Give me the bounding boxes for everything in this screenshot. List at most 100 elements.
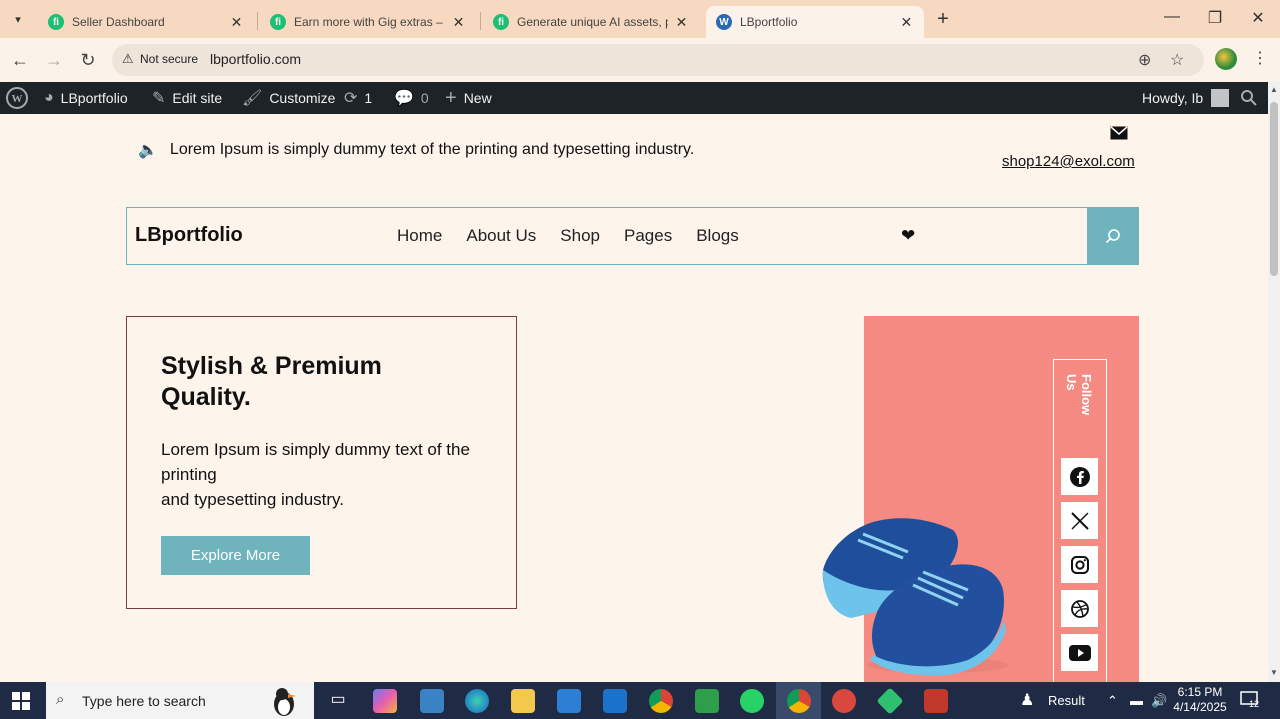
- new-tab-button[interactable]: +: [932, 8, 954, 31]
- windows-start-icon[interactable]: [12, 692, 30, 710]
- address-bar[interactable]: ⚠ Not secure lbportfolio.com ⊕ ☆: [112, 44, 1204, 76]
- customize-label: Customize: [269, 90, 336, 106]
- scrollbar-thumb[interactable]: [1270, 102, 1278, 276]
- fiverr-icon: fi: [270, 14, 286, 30]
- result-label[interactable]: Result: [1048, 693, 1085, 708]
- reload-icon[interactable]: ↻: [76, 48, 100, 72]
- comments-count: 0: [420, 90, 429, 106]
- tab-ai-assets[interactable]: fi Generate unique AI assets, pow ✕: [483, 6, 699, 38]
- profile-avatar[interactable]: [1215, 48, 1237, 70]
- edge-browser-icon[interactable]: [465, 689, 489, 713]
- facebook-icon[interactable]: [1061, 458, 1098, 495]
- site-logo[interactable]: LBportfolio: [135, 224, 243, 247]
- hero-text-line: and typesetting industry.: [161, 490, 345, 509]
- edit-site-link[interactable]: ✎ Edit site: [152, 82, 222, 114]
- notifications-icon[interactable]: 12: [1240, 691, 1260, 709]
- restore-button[interactable]: ❐: [1205, 8, 1225, 28]
- menu-item-shop[interactable]: Shop: [560, 226, 600, 246]
- tab-title: Seller Dashboard: [72, 15, 165, 29]
- close-tab-icon[interactable]: ✕: [899, 14, 914, 31]
- files-app-icon[interactable]: [420, 689, 444, 713]
- fiverr-icon: fi: [48, 14, 64, 30]
- browser-toolbar: ← → ↻ ⚠ Not secure lbportfolio.com ⊕ ☆ ⋮: [0, 38, 1280, 82]
- menu-item-blogs[interactable]: Blogs: [696, 226, 739, 246]
- tab-gig-extras[interactable]: fi Earn more with Gig extras – Fiverr ✕: [260, 6, 476, 38]
- email-link[interactable]: shop124@exol.com: [1002, 153, 1135, 170]
- menu-kebab-icon[interactable]: ⋮: [1252, 48, 1268, 68]
- zoom-icon[interactable]: ⊕: [1138, 50, 1151, 70]
- instagram-icon[interactable]: [1061, 546, 1098, 583]
- new-label: New: [463, 90, 492, 106]
- forward-icon[interactable]: →: [42, 48, 66, 72]
- notification-count: 12: [1249, 699, 1260, 709]
- close-window-button[interactable]: ✕: [1248, 8, 1268, 28]
- outlook-icon[interactable]: [603, 689, 627, 713]
- speaker-icon: 🔈: [138, 142, 158, 159]
- updates-link[interactable]: ⟳ 1: [344, 82, 372, 114]
- whatsapp-icon[interactable]: [740, 689, 764, 713]
- file-explorer-icon[interactable]: [511, 689, 535, 713]
- admin-search-icon[interactable]: [1240, 82, 1258, 114]
- taskbar-search-input[interactable]: ⌕ Type here to search: [46, 682, 314, 719]
- wordpress-logo-icon[interactable]: W: [6, 82, 28, 114]
- svg-text:W: W: [12, 93, 23, 105]
- url-text[interactable]: lbportfolio.com: [210, 51, 301, 67]
- chrome-profile-icon[interactable]: [649, 689, 673, 713]
- task-view-icon[interactable]: ▭: [326, 689, 350, 713]
- announcement-bar: 🔈 Lorem Ipsum is simply dummy text of th…: [138, 140, 694, 160]
- sheets-app-icon[interactable]: [695, 689, 719, 713]
- copilot-icon[interactable]: [373, 689, 397, 713]
- site-name-label: LBportfolio: [60, 90, 128, 106]
- close-tab-icon[interactable]: ✕: [229, 14, 244, 31]
- bookmark-star-icon[interactable]: ☆: [1170, 50, 1184, 70]
- clock-date: 4/14/2025: [1173, 700, 1227, 714]
- sneakers-image: [822, 518, 1008, 676]
- updates-count: 1: [364, 90, 373, 106]
- youtube-icon[interactable]: [1061, 634, 1098, 671]
- red-app-icon[interactable]: [924, 689, 948, 713]
- close-tab-icon[interactable]: ✕: [451, 14, 466, 31]
- menu-item-pages[interactable]: Pages: [624, 226, 672, 246]
- comments-link[interactable]: 💬 0: [394, 82, 429, 114]
- close-tab-icon[interactable]: ✕: [674, 14, 689, 31]
- windows-taskbar: ⌕ Type here to search ▭ ♟ Result ⌃ ▬ 🔊 6…: [0, 682, 1280, 719]
- hero-text: Lorem Ipsum is simply dummy text of the …: [161, 437, 501, 512]
- wishlist-heart-icon[interactable]: ❤: [901, 226, 915, 246]
- result-app-icon[interactable]: ♟: [1020, 690, 1034, 710]
- green-diamond-app-icon[interactable]: [876, 687, 904, 715]
- explore-more-button[interactable]: Explore More: [161, 536, 310, 575]
- site-name-link[interactable]: ◕ LBportfolio: [44, 82, 128, 114]
- x-icon[interactable]: [1061, 502, 1098, 539]
- tab-seller-dashboard[interactable]: fi Seller Dashboard ✕: [38, 6, 254, 38]
- new-content-link[interactable]: + New: [445, 82, 492, 114]
- back-icon[interactable]: ←: [8, 48, 32, 72]
- puffin-bird-icon: [274, 688, 296, 716]
- minimize-button[interactable]: —: [1162, 8, 1182, 26]
- browser-tab-strip: ▾ fi Seller Dashboard ✕ fi Earn more wit…: [0, 0, 1280, 38]
- hero-text-line: Lorem Ipsum is simply dummy text of the …: [161, 440, 470, 484]
- battery-icon[interactable]: ▬: [1130, 693, 1143, 708]
- search-button[interactable]: [1087, 207, 1139, 265]
- volume-icon[interactable]: 🔊: [1151, 693, 1167, 709]
- scroll-up-arrow-icon[interactable]: ▲: [1268, 85, 1280, 94]
- scroll-down-arrow-icon[interactable]: ▼: [1268, 668, 1280, 677]
- security-chip[interactable]: Not secure: [140, 52, 198, 66]
- tab-search-dropdown-icon[interactable]: ▾: [6, 8, 30, 30]
- menu-item-about-us[interactable]: About Us: [466, 226, 536, 246]
- chrome-icon[interactable]: [787, 689, 811, 713]
- menu-item-home[interactable]: Home: [397, 226, 442, 246]
- show-hidden-icons-chevron-up-icon[interactable]: ⌃: [1107, 693, 1118, 709]
- wordpress-icon: W: [716, 14, 732, 30]
- tab-lbportfolio[interactable]: W LBportfolio ✕: [706, 6, 924, 38]
- announcement-text: Lorem Ipsum is simply dummy text of the …: [169, 141, 695, 158]
- microsoft-store-icon[interactable]: [557, 689, 581, 713]
- search-icon: [1105, 229, 1120, 244]
- customize-link[interactable]: 🖌 Customize: [242, 82, 335, 114]
- updates-icon: ⟳: [344, 90, 358, 107]
- speedtest-icon[interactable]: [832, 689, 856, 713]
- my-account-link[interactable]: Howdy, Ib: [1142, 82, 1230, 114]
- tab-divider: [480, 12, 481, 30]
- edit-icon: ✎: [152, 90, 166, 107]
- system-clock[interactable]: 6:15 PM 4/14/2025: [1172, 685, 1228, 715]
- dribbble-icon[interactable]: [1061, 590, 1098, 627]
